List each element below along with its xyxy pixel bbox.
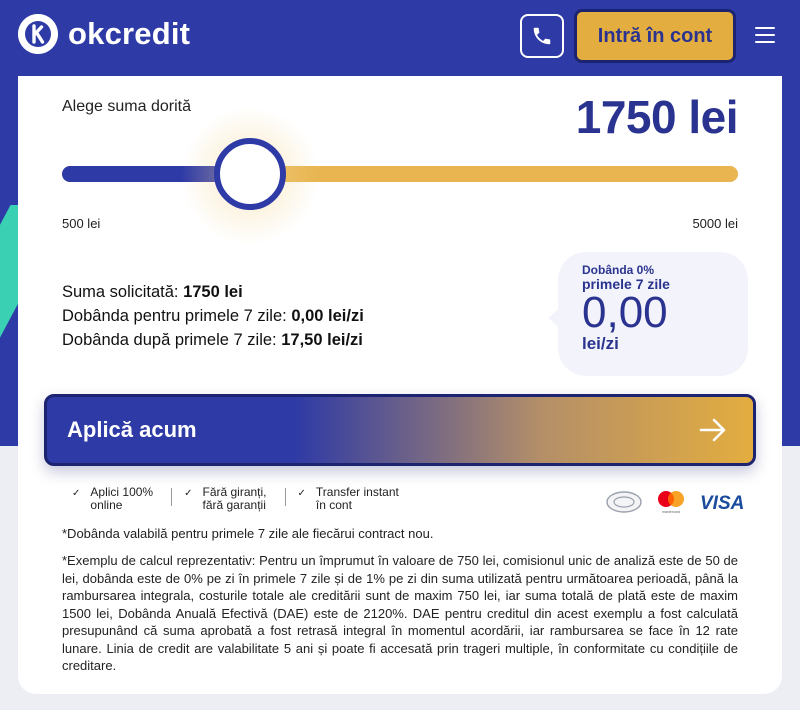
okcredit-logo[interactable]: okcredit (18, 14, 190, 54)
check-icon: ✓ (72, 488, 81, 499)
interest-box-unit: lei/zi (582, 334, 619, 353)
requested-value: 1750 lei (183, 283, 243, 301)
arrow-right-icon (699, 418, 726, 442)
interest-after-value: 17,50 lei/zi (281, 331, 363, 349)
feature-instant-transfer: ✓ Transfer instant în cont (297, 485, 399, 512)
amount-display: 1750 lei (575, 91, 739, 143)
loan-calculator-card: Alege suma dorită 1750 lei 500 lei 5000 … (18, 76, 782, 694)
slider-thumb[interactable] (214, 138, 286, 210)
amount-label: Alege suma dorită (62, 98, 191, 115)
loan-summary: Suma solicitată: 1750 lei Dobânda pentru… (62, 280, 364, 352)
check-icon: ✓ (184, 488, 193, 499)
svg-text:VISA: VISA (700, 493, 744, 512)
phone-button[interactable] (520, 14, 564, 58)
feature-divider (171, 488, 173, 506)
svg-text:mastercard: mastercard (662, 510, 680, 514)
mastercard-icon: mastercard (656, 490, 686, 519)
representative-example: *Exemplu de calcul reprezentativ: Pentru… (62, 553, 738, 673)
feature-no-guarantors: ✓ Fără giranți, fără garanții (184, 485, 267, 512)
feature-divider (284, 488, 286, 506)
summary-interest-after: Dobânda după primele 7 zile: 17,50 lei/z… (62, 328, 364, 352)
phone-icon (533, 27, 551, 45)
interest7-label: Dobânda pentru primele 7 zile: (62, 307, 287, 325)
check-icon: ✓ (297, 488, 306, 499)
site-header: okcredit Intră în cont (0, 0, 800, 76)
interest-footnote: *Dobânda valabilă pentru primele 7 zile … (62, 526, 434, 541)
generic-card-icon (606, 491, 642, 518)
slider-max-label: 5000 lei (692, 216, 738, 231)
apply-now-button[interactable]: Aplică acum (44, 394, 756, 466)
payment-methods: mastercard VISA (606, 490, 746, 519)
slider-min-label: 500 lei (62, 216, 101, 231)
feature-list: ✓ Aplici 100% online ✓ Fără giranți, fără … (72, 486, 399, 512)
amount-slider[interactable] (62, 106, 738, 246)
logo-wordmark: okcredit (68, 16, 191, 51)
visa-icon: VISA (700, 492, 746, 517)
interest-after-label: Dobânda după primele 7 zile: (62, 331, 277, 349)
hamburger-menu-icon[interactable] (755, 27, 775, 45)
interest-box-value: 0,00 (582, 288, 668, 337)
summary-requested: Suma solicitată: 1750 lei (62, 280, 364, 304)
interest7-value: 0,00 lei/zi (291, 307, 364, 325)
apply-label: Aplică acum (67, 417, 197, 442)
requested-label: Suma solicitată: (62, 283, 179, 301)
logo-k-icon (18, 14, 58, 54)
summary-interest-7-days: Dobânda pentru primele 7 zile: 0,00 lei/… (62, 304, 364, 328)
login-button[interactable]: Intră în cont (574, 9, 736, 63)
feature-online: ✓ Aplici 100% online (72, 485, 154, 512)
interest-highlight-bubble: Dobânda 0% primele 7 zile 0,00 lei/zi (548, 252, 748, 376)
